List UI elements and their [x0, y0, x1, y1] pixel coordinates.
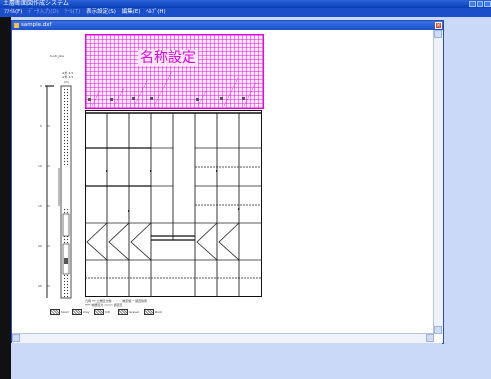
legend-label: Rock — [155, 310, 163, 314]
scroll-right-button[interactable] — [426, 334, 434, 342]
window-controls — [469, 1, 491, 7]
menu-edit[interactable]: 編集(E) — [122, 9, 141, 15]
depth-tick-label: 15 — [38, 204, 42, 208]
vertical-scrollbar[interactable] — [433, 30, 443, 334]
scroll-up-button[interactable] — [434, 30, 442, 38]
side-label: ※外 4.5 — [62, 75, 74, 79]
app-title: 土層断面図作成システム — [3, 0, 69, 7]
depth-tick-label: 5 — [40, 124, 42, 128]
legend-label: Clay — [83, 310, 90, 314]
minimize-icon[interactable] — [469, 1, 476, 7]
depth-tick-label: 10 — [38, 164, 42, 168]
boring-column — [45, 85, 72, 299]
legend-swatch-silt — [94, 309, 104, 315]
menu-help[interactable]: ﾍﾙﾌﾟ(H) — [146, 9, 165, 15]
section-grid — [85, 110, 262, 297]
workspace-area — [11, 343, 442, 379]
menu-file[interactable]: ﾌｧｲﾙ(F) — [4, 9, 22, 15]
app-titlebar: 土層断面図作成システム — [0, 0, 491, 8]
scroll-left-button[interactable] — [12, 334, 20, 342]
legend-swatch-sand — [50, 309, 60, 315]
menubar: ﾌｧｲﾙ(F) ﾃﾞｰﾀ入力(D) ﾂｰﾙ(T) 表示設定(S) 編集(E) ﾍ… — [0, 8, 491, 17]
horizontal-scrollbar[interactable] — [12, 333, 434, 343]
document-window: sample.dxf × tuuti_pile ※外 4.5 ※外 4.5 (m… — [11, 20, 444, 344]
document-title: sample.dxf — [21, 22, 52, 28]
close-icon[interactable] — [484, 1, 491, 7]
title-block-header: 名称設定 — [85, 34, 264, 109]
side-label: tuuti_pile — [50, 54, 64, 58]
close-icon[interactable]: × — [435, 22, 442, 29]
legend-swatch-rock — [144, 309, 154, 315]
legend-label: Gravel — [129, 310, 139, 314]
left-panel — [0, 17, 11, 379]
document-icon — [14, 23, 19, 28]
legend-swatch-gravel — [118, 309, 128, 315]
scroll-down-button[interactable] — [434, 326, 442, 334]
legend-label: Silt — [105, 310, 110, 314]
legend-note: ━━━ 地層区分 ▭▭▭ 調査孔 — [85, 303, 123, 307]
menu-data-input[interactable]: ﾃﾞｰﾀ入力(D) — [28, 9, 59, 15]
legend-swatch-clay — [72, 309, 82, 315]
depth-tick-label: 20 — [38, 244, 42, 248]
document-titlebar: sample.dxf × — [12, 21, 443, 30]
header-leader-lines — [88, 70, 257, 107]
drawing-canvas[interactable]: tuuti_pile ※外 4.5 ※外 4.5 (m) 0 5 10 15 2… — [12, 30, 434, 334]
maximize-icon[interactable] — [476, 1, 484, 7]
legend-label: Sand — [61, 310, 69, 314]
menu-tools[interactable]: ﾂｰﾙ(T) — [65, 9, 81, 15]
depth-tick-label: 25 — [38, 284, 42, 288]
menu-display-settings[interactable]: 表示設定(S) — [86, 9, 116, 15]
depth-tick-label: 0 — [40, 84, 42, 88]
